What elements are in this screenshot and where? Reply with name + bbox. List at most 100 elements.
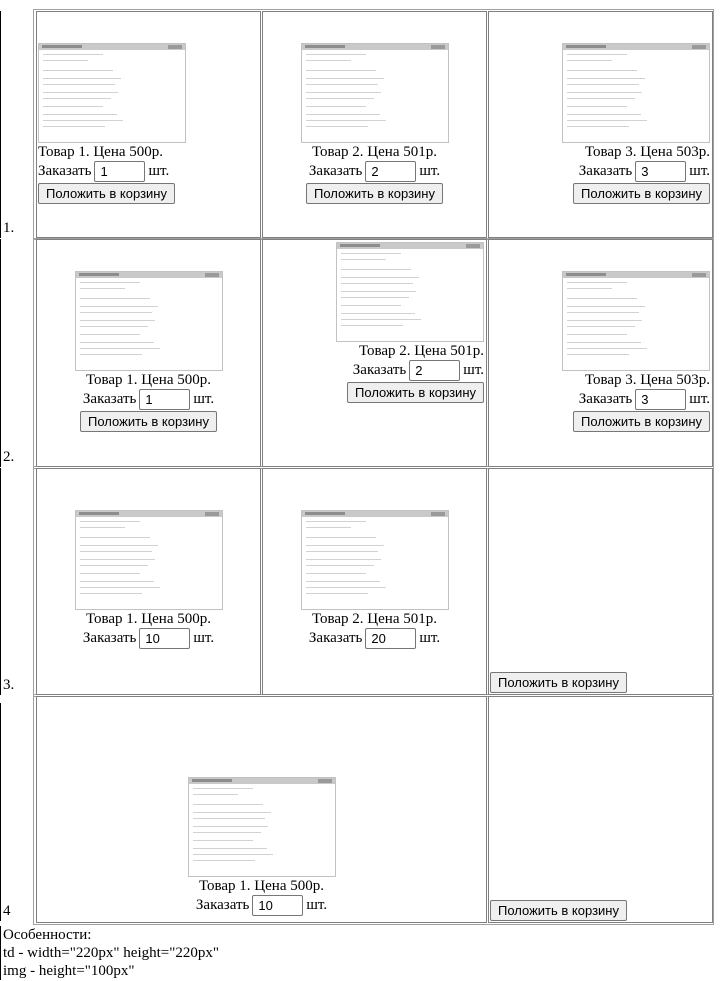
thumbnail-text-line [567, 282, 627, 283]
thumbnail-text-line [43, 70, 113, 71]
product-cell: Товар 3. Цена 503р. Заказать шт. Положит… [488, 239, 713, 467]
thumbnail-text-line [79, 312, 152, 313]
unit-label: шт. [419, 630, 441, 646]
thumbnail-text-line [192, 818, 265, 819]
product-block: Товар 3. Цена 503р. Заказать шт. Положит… [562, 271, 710, 432]
product-title: Товар 3. Цена 503р. [584, 372, 710, 388]
row-number: 4 [3, 903, 11, 919]
thumbnail-text-line [79, 527, 125, 528]
product-block: Товар 1. Цена 500р. Заказать шт. [37, 510, 260, 649]
order-line: Заказать шт. [309, 161, 440, 182]
add-to-cart-button[interactable]: Положить в корзину [80, 411, 217, 432]
row-label-2: 2. [0, 239, 33, 467]
product-block: Товар 1. Цена 500р. Заказать шт. [37, 777, 486, 916]
thumbnail-text-line [192, 860, 255, 861]
quantity-input[interactable] [635, 161, 687, 182]
thumbnail-text-line [43, 78, 121, 79]
quantity-input[interactable] [252, 895, 304, 916]
add-to-cart-button[interactable]: Положить в корзину [306, 183, 443, 204]
thumbnail-text-line [43, 114, 117, 115]
thumbnail-text-line [567, 320, 642, 321]
quantity-input[interactable] [409, 360, 461, 381]
order-line: Заказать шт. [578, 161, 710, 182]
quantity-input[interactable] [365, 161, 417, 182]
thumbnail-text-line [305, 559, 381, 560]
thumbnail-text-line [567, 334, 627, 335]
thumbnail-titlebar [39, 44, 185, 50]
unit-label: шт. [193, 391, 215, 407]
order-line: Заказать шт. [308, 628, 441, 649]
thumbnail-text-line [43, 106, 103, 107]
order-line: Заказать шт. [38, 161, 169, 182]
thumbnail-text-line [79, 326, 148, 327]
thumbnail-text-line [79, 521, 140, 522]
add-to-cart-button[interactable]: Положить в корзину [573, 411, 710, 432]
order-label: Заказать [195, 897, 250, 913]
product-block: Товар 3. Цена 503р. Заказать шт. Положит… [562, 43, 710, 204]
thumbnail-text-line [305, 573, 366, 574]
thumbnail-text-line [305, 551, 378, 552]
thumbnail-text-line [305, 114, 380, 115]
quantity-input[interactable] [139, 389, 191, 410]
thumbnail-text-line [79, 354, 142, 355]
notes: Особенности: td - width="220px" height="… [0, 926, 722, 980]
order-label: Заказать [578, 391, 633, 407]
product-title: Товар 1. Цена 500р. [85, 611, 211, 627]
add-to-cart-button[interactable]: Положить в корзину [490, 672, 627, 693]
thumbnail-text-line [341, 291, 416, 292]
thumbnail-text-line [341, 253, 401, 254]
thumbnail-text-line [79, 320, 155, 321]
thumbnail-text-line [567, 114, 641, 115]
thumbnail-text-line [192, 840, 253, 841]
order-label: Заказать [38, 163, 92, 179]
thumbnail-text-line [79, 334, 140, 335]
unit-label: шт. [193, 630, 215, 646]
thumbnail-text-line [43, 120, 123, 121]
notes-line: td - width="220px" height="220px" [3, 945, 219, 961]
thumbnail-text-line [43, 60, 88, 61]
product-image [38, 43, 186, 143]
add-to-cart-button[interactable]: Положить в корзину [347, 382, 484, 403]
add-to-cart-button[interactable]: Положить в корзину [573, 183, 710, 204]
thumbnail-titlebar [301, 44, 448, 50]
thumbnail-text-line [305, 54, 366, 55]
product-image [187, 777, 336, 877]
thumbnail-text-line [567, 348, 647, 349]
quantity-input[interactable] [365, 628, 417, 649]
thumbnail-text-line [341, 325, 403, 326]
thumbnail-text-line [305, 70, 376, 71]
button-cell: Положить в корзину [488, 696, 713, 923]
thumbnail-text-line [341, 283, 413, 284]
product-title: Товар 2. Цена 501р. [311, 144, 437, 160]
order-label: Заказать [82, 630, 137, 646]
add-to-cart-button[interactable]: Положить в корзину [490, 900, 627, 921]
order-label: Заказать [308, 630, 363, 646]
thumbnail-titlebar [337, 243, 483, 249]
thumbnail-text-line [305, 126, 368, 127]
thumbnail-text-line [567, 298, 637, 299]
product-block: Товар 2. Цена 501р. Заказать шт. Положит… [263, 43, 486, 204]
thumbnail-text-line [341, 259, 386, 260]
quantity-input[interactable] [139, 628, 191, 649]
thumbnail-text-line [79, 342, 154, 343]
unit-label: шт. [306, 897, 328, 913]
product-image [300, 43, 449, 143]
thumbnail-text-line [79, 288, 125, 289]
product-title: Товар 2. Цена 501р. [358, 343, 484, 359]
quantity-input[interactable] [94, 161, 146, 182]
thumbnail-text-line [305, 92, 381, 93]
product-cell: Товар 1. Цена 500р. Заказать шт. Положит… [36, 239, 261, 467]
quantity-input[interactable] [635, 389, 687, 410]
thumbnail-text-line [79, 298, 150, 299]
add-to-cart-button[interactable]: Положить в корзину [38, 183, 175, 204]
product-image [562, 43, 710, 143]
thumbnail-text-line [341, 313, 415, 314]
button-cell: Положить в корзину [488, 468, 713, 695]
thumbnail-text-line [79, 573, 140, 574]
thumbnail-text-line [79, 593, 142, 594]
product-image [336, 242, 484, 342]
thumbnail-text-line [43, 54, 103, 55]
thumbnail-text-line [79, 559, 155, 560]
thumbnail-text-line [567, 98, 635, 99]
order-label: Заказать [578, 163, 633, 179]
